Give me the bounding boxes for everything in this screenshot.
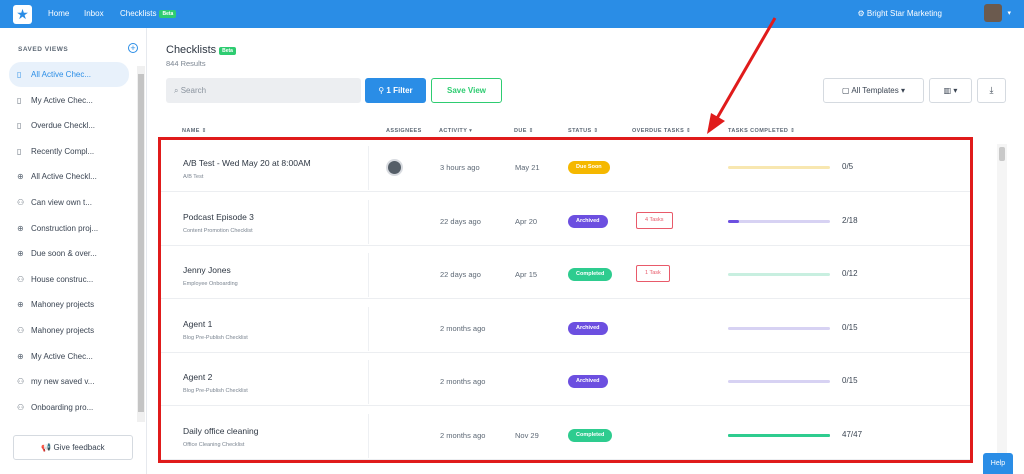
annotation-arrow [707,17,777,134]
help-button[interactable]: Help [983,453,1013,474]
